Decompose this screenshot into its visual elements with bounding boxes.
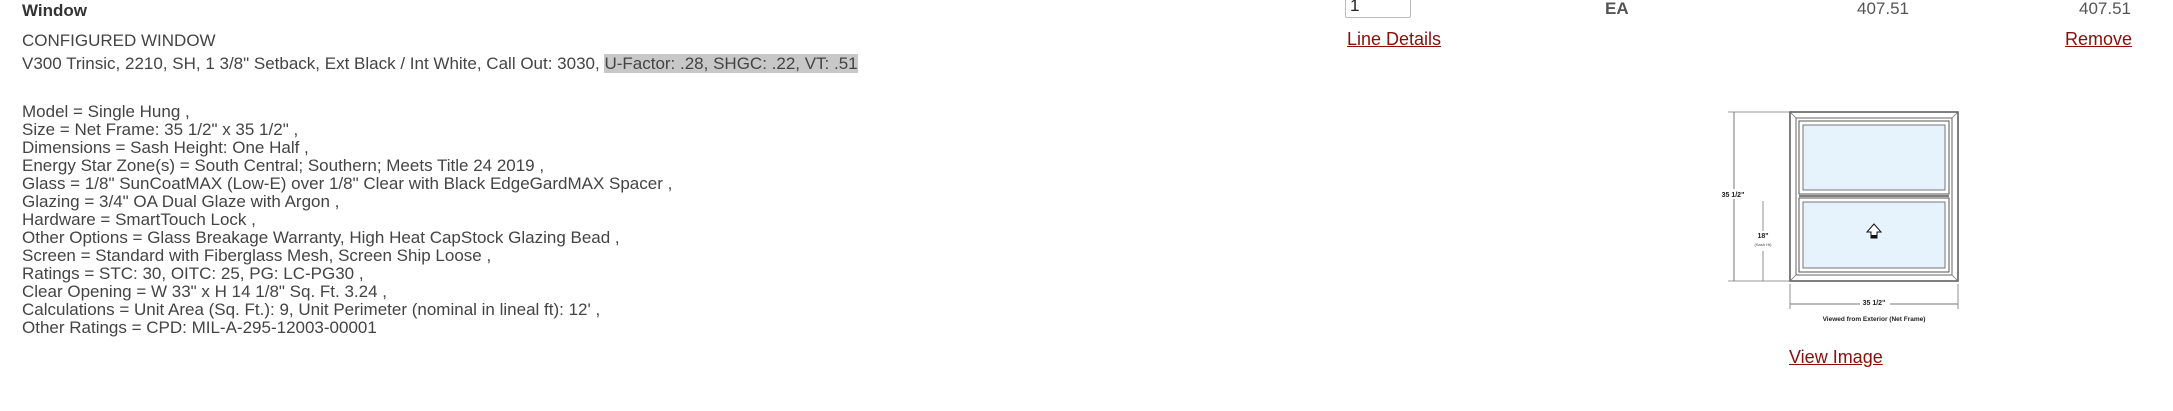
window-drawing[interactable]: 35 1/2" 18" (Sash Ht) 35 1/2" Viewed fro…: [1700, 106, 1970, 332]
option-line: Other Options = Glass Breakage Warranty,…: [22, 228, 620, 247]
line-details-link[interactable]: Line Details: [1347, 29, 1441, 50]
option-line: Clear Opening = W 33" x H 14 1/8" Sq. Ft…: [22, 282, 388, 301]
item-title: Window: [22, 1, 87, 20]
option-line: Model = Single Hung ,: [22, 102, 190, 121]
option-line: Screen = Standard with Fiberglass Mesh, …: [22, 246, 492, 265]
option-line: Energy Star Zone(s) = South Central; Sou…: [22, 156, 545, 175]
option-line: Dimensions = Sash Height: One Half ,: [22, 138, 309, 157]
configuration-description: V300 Trinsic, 2210, SH, 1 3/8" Setback, …: [22, 54, 858, 74]
height-dimension-label: 35 1/2": [1722, 192, 1745, 199]
view-image-link[interactable]: View Image: [1789, 347, 1883, 368]
remove-link[interactable]: Remove: [2065, 29, 2132, 50]
unit-of-measure: EA: [1605, 0, 1629, 18]
width-dimension-label: 35 1/2": [1863, 300, 1886, 307]
option-line: Glass = 1/8" SunCoatMAX (Low-E) over 1/8…: [22, 174, 673, 193]
performance-ratings-highlight: U-Factor: .28, SHGC: .22, VT: .51: [604, 54, 858, 73]
option-line: Other Ratings = CPD: MIL-A-295-12003-000…: [22, 318, 377, 337]
option-line: Ratings = STC: 30, OITC: 25, PG: LC-PG30…: [22, 264, 364, 283]
option-line: Calculations = Unit Area (Sq. Ft.): 9, U…: [22, 300, 601, 319]
configured-heading: CONFIGURED WINDOW: [22, 31, 216, 50]
quantity-input[interactable]: [1345, 0, 1411, 18]
unit-price: 407.51: [1857, 0, 1909, 18]
option-line: Size = Net Frame: 35 1/2" x 35 1/2" ,: [22, 120, 299, 139]
drawing-caption: Viewed from Exterior (Net Frame): [1823, 316, 1926, 323]
description-main: V300 Trinsic, 2210, SH, 1 3/8" Setback, …: [22, 54, 605, 73]
option-line: Glazing = 3/4" OA Dual Glaze with Argon …: [22, 192, 340, 211]
extended-price: 407.51: [2079, 0, 2131, 18]
sash-dimension-sublabel: (Sash Ht): [1755, 242, 1773, 247]
sash-dimension-label: 18": [1757, 233, 1768, 240]
option-line: Hardware = SmartTouch Lock ,: [22, 210, 256, 229]
upper-glass: [1802, 124, 1946, 191]
